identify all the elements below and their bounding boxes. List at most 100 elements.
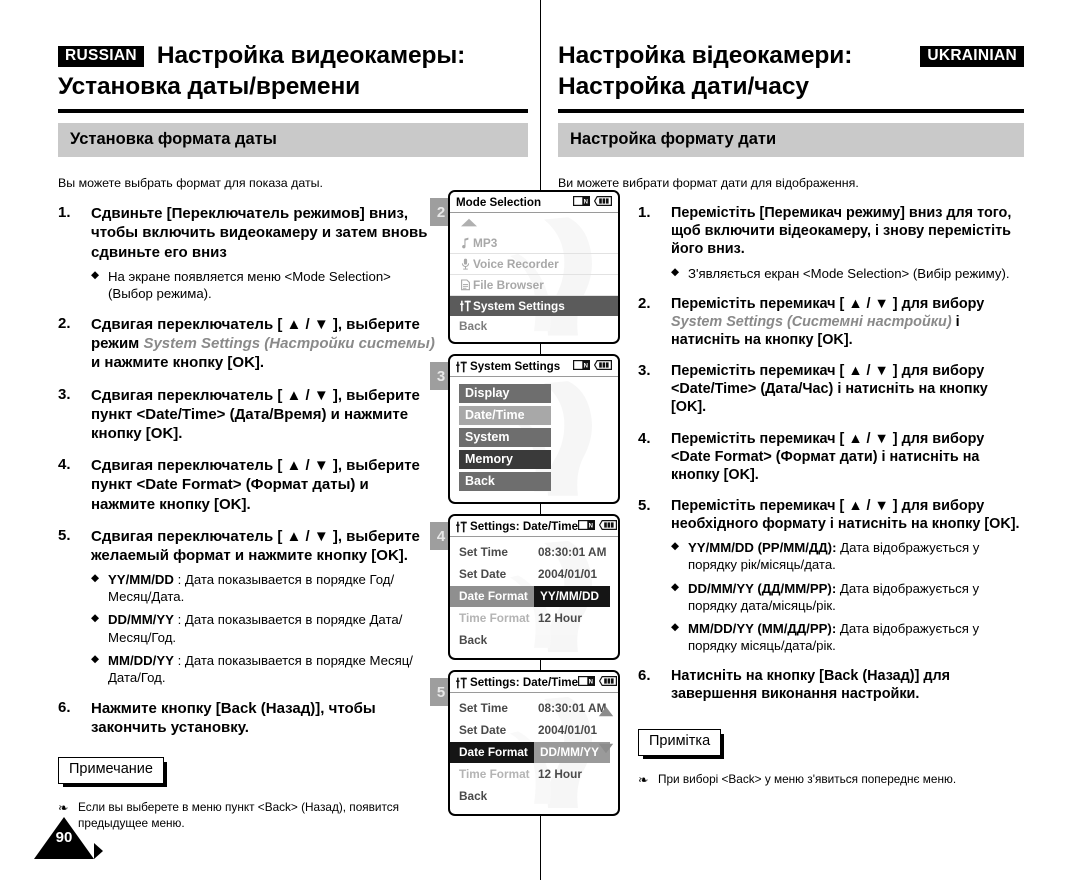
lcd-frame: System Settings N Display Date/Time System Me… (448, 354, 620, 504)
lcd-menu-button[interactable]: System (459, 428, 551, 447)
lcd-screen: 4 Settings: Date/Time N Set Time 08:30:01 AM… (430, 514, 640, 660)
lcd-menu-button[interactable]: Back (459, 472, 551, 491)
memory-card-icon: N (578, 520, 596, 533)
step-text: Перемістіть [Перемикач режиму] вниз для … (671, 205, 1012, 258)
step-sub-bullet: ◆ DD/MM/YY : Дата показывается в порядке … (91, 611, 436, 645)
diamond-bullet-icon: ◆ (671, 540, 680, 553)
lcd-settings-row[interactable]: Set Date 2004/01/01 (450, 564, 618, 585)
step-body: Сдвигая переключатель [ ▲ / ▼ ], выберит… (91, 386, 436, 444)
lcd-title-bar: Settings: Date/Time N (450, 672, 618, 693)
step-item: 6. Нажмите кнопку [Back (Назад)], чтобы з… (58, 699, 436, 737)
russian-section-band: Установка формата даты (58, 122, 528, 157)
step-item: 3. Перемістіть перемикач [ ▲ / ▼ ] для ви… (638, 362, 1024, 416)
svg-text:N: N (589, 679, 593, 685)
lcd-settings-label: Set Time (459, 701, 508, 715)
step-sub-bullet: ◆ DD/MM/YY (ДД/ММ/РР): Дата відображуєтьс… (671, 580, 1024, 614)
lcd-menu-button-label: Back (465, 474, 495, 488)
lcd-menu-button-label: Display (465, 386, 510, 400)
lcd-settings-label: Back (459, 789, 488, 803)
diamond-bullet-icon: ◆ (91, 612, 100, 625)
lcd-settings-value: 2004/01/01 (538, 567, 598, 581)
lcd-settings-value: YY/MM/DD (534, 586, 610, 607)
step-sub-text: YY/MM/DD : Дата показывается в порядке Г… (108, 572, 395, 605)
lcd-settings-label: Set Time (459, 545, 508, 559)
lcd-body: MP3 Voice Recorder File Browser System Sett… (450, 213, 618, 342)
lcd-title-bar: Settings: Date/Time N (450, 516, 618, 537)
lcd-title-text: Mode Selection (456, 196, 542, 209)
ukrainian-intro: Ви можете вибрати формат дати для відобр… (558, 176, 859, 190)
step-number: 6. (58, 699, 71, 716)
lcd-settings-row[interactable]: Back (450, 630, 618, 651)
lcd-menu-button[interactable]: Memory (459, 450, 551, 469)
sliders-icon (456, 361, 467, 373)
scroll-up-caret-icon[interactable] (450, 213, 618, 233)
lcd-settings-row[interactable]: Back (450, 786, 618, 807)
step-text: Сдвиньте [Переключатель режимов] вниз, ч… (91, 205, 428, 261)
step-emphasis: System Settings (Настройки системы) (143, 335, 435, 353)
russian-note-item: ❧ Если вы выберете в меню пункт <Back> (… (58, 800, 436, 832)
step-item: 5. Сдвигая переключатель [ ▲ / ▼ ], выбер… (58, 527, 436, 686)
lcd-menu-item[interactable]: File Browser (450, 275, 618, 296)
lcd-menu-button[interactable]: Display (459, 384, 551, 403)
lcd-menu-item[interactable]: MP3 (450, 233, 618, 254)
lcd-screen-mockups: 2 Mode Selection N MP3 Voice Recorder File Br… (430, 190, 640, 826)
lcd-menu-item-label: Back (459, 319, 488, 333)
step-number: 1. (638, 204, 651, 222)
step-number: 2. (638, 294, 651, 312)
step-body: Нажмите кнопку [Back (Назад)], чтобы зак… (91, 699, 436, 737)
sliders-icon (458, 300, 473, 312)
file-icon (458, 279, 473, 291)
lcd-frame: Settings: Date/Time N Set Time 08:30:01 AM S… (448, 670, 620, 816)
step-text: Сдвигая переключатель [ ▲ / ▼ ], выберит… (91, 316, 435, 372)
diamond-bullet-icon: ◆ (671, 620, 680, 633)
battery-full-icon (593, 196, 612, 209)
step-sub-bullet: ◆ З'являється екран <Mode Selection> (Виб… (671, 265, 1024, 282)
lcd-settings-row[interactable]: Date Format DD/MM/YY (450, 742, 618, 763)
step-number: 4. (58, 456, 71, 474)
russian-header-rule (58, 108, 528, 113)
step-item: 3. Сдвигая переключатель [ ▲ / ▼ ], выбер… (58, 386, 436, 444)
step-number: 1. (58, 204, 71, 222)
language-tag-russian: RUSSIAN (58, 46, 144, 67)
manual-page: RUSSIAN Настройка видеокамеры: Установка… (0, 0, 1080, 880)
lcd-settings-value: 12 Hour (538, 611, 582, 625)
step-item: 1. Перемістіть [Перемикач режиму] вниз дл… (638, 204, 1024, 282)
step-sub-text: DD/MM/YY : Дата показывается в порядке Д… (108, 612, 403, 645)
lcd-settings-row[interactable]: Set Time 08:30:01 AM (450, 542, 618, 563)
lcd-settings-row[interactable]: Date Format YY/MM/DD (450, 586, 618, 607)
ukrainian-note-item: ❧ При виборі <Back> у меню з'явиться поп… (638, 772, 1024, 789)
russian-note-text: Если вы выберете в меню пункт <Back> (На… (78, 799, 400, 830)
lcd-menu-item[interactable]: System Settings (450, 296, 618, 316)
step-item: 4. Сдвигая переключатель [ ▲ / ▼ ], выбер… (58, 456, 436, 514)
lcd-settings-row[interactable]: Set Date 2004/01/01 (450, 720, 618, 741)
lcd-settings-label: Set Date (459, 567, 507, 581)
step-text: Сдвигая переключатель [ ▲ / ▼ ], выберит… (91, 527, 420, 564)
sliders-icon (456, 521, 467, 533)
step-item: 2. Сдвигая переключатель [ ▲ / ▼ ], выбер… (58, 315, 436, 373)
russian-intro: Вы можете выбрать формат для показа даты… (58, 176, 323, 190)
step-body: Сдвигая переключатель [ ▲ / ▼ ], выберит… (91, 527, 436, 686)
step-sub-text: На экране появляется меню <Mode Selectio… (108, 268, 391, 301)
battery-full-icon (598, 676, 618, 689)
lcd-screen: 5 Settings: Date/Time N Set Time 08:30:01 AM… (430, 670, 640, 816)
step-item: 4. Перемістіть перемикач [ ▲ / ▼ ] для ви… (638, 430, 1024, 484)
lcd-menu-button[interactable]: Date/Time (459, 406, 551, 425)
step-emphasis: System Settings (Системні настройки) (671, 313, 952, 330)
step-text: Перемістіть перемикач [ ▲ / ▼ ] для вибо… (671, 430, 985, 483)
russian-header: RUSSIAN Настройка видеокамеры: Установка… (58, 42, 528, 157)
lcd-settings-row[interactable]: Time Format 12 Hour (450, 764, 618, 785)
russian-note-label: Примечание (58, 757, 167, 788)
lcd-menu-item[interactable]: Back (450, 316, 618, 336)
step-item: 1. Сдвиньте [Переключатель режимов] вниз,… (58, 204, 436, 302)
lcd-menu-item[interactable]: Voice Recorder (450, 254, 618, 275)
clover-bullet-icon: ❧ (638, 772, 649, 787)
lcd-settings-row[interactable]: Time Format 12 Hour (450, 608, 618, 629)
russian-steps-list: 1. Сдвиньте [Переключатель режимов] вниз,… (58, 204, 436, 737)
step-number: 6. (638, 667, 651, 685)
step-sub-bullet: ◆ YY/MM/DD : Дата показывается в порядке … (91, 571, 436, 605)
ukrainian-note-text: При виборі <Back> у меню з'явиться попер… (658, 771, 957, 786)
lcd-frame: Settings: Date/Time N Set Time 08:30:01 AM S… (448, 514, 620, 660)
page-number-label: 90 (55, 829, 73, 846)
lcd-settings-row[interactable]: Set Time 08:30:01 AM (450, 698, 618, 719)
step-body: Перемістіть перемикач [ ▲ / ▼ ] для вибо… (671, 362, 1024, 416)
